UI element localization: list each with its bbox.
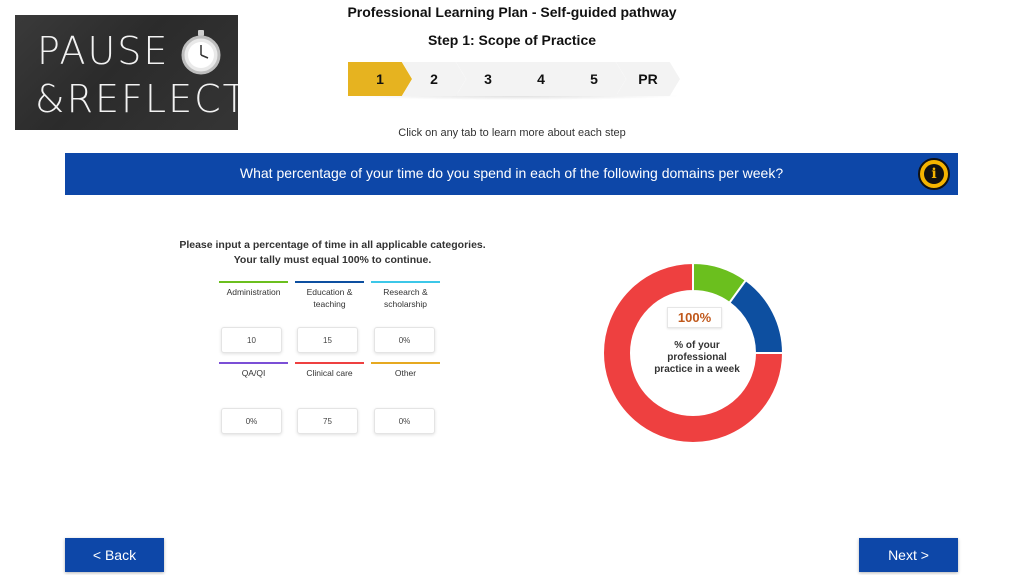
category-label: Research & scholarship	[383, 287, 428, 309]
category-qa-qi: QA/QI	[219, 362, 288, 379]
category-label: QA/QI	[241, 368, 266, 378]
category-label: Other	[394, 368, 417, 378]
instruction-line-2: Your tally must equal 100% to continue.	[233, 254, 432, 266]
instruction-line-1: Please input a percentage of time in all…	[179, 239, 486, 251]
category-label: Clinical care	[306, 368, 353, 378]
info-button[interactable]: i	[918, 158, 950, 190]
category-label: Education & teaching	[306, 287, 353, 309]
info-icon: i	[924, 164, 944, 184]
category-education: Education & teaching	[295, 281, 364, 310]
back-button[interactable]: < Back	[65, 538, 164, 572]
question-banner: What percentage of your time do you spen…	[65, 153, 958, 195]
category-color-bar	[371, 362, 440, 364]
clinical-care-input[interactable]	[297, 408, 358, 434]
page-title: Professional Learning Plan - Self-guided…	[347, 4, 677, 20]
category-clinical-care: Clinical care	[295, 362, 364, 379]
tab-hint: Click on any tab to learn more about eac…	[398, 127, 626, 139]
administration-input[interactable]	[221, 327, 282, 353]
category-color-bar	[295, 362, 364, 364]
category-color-bar	[219, 362, 288, 364]
category-other: Other	[371, 362, 440, 379]
qa-qi-input[interactable]	[221, 408, 282, 434]
logo-line-2: &REFLECT	[35, 77, 238, 121]
category-research: Research & scholarship	[371, 281, 440, 310]
category-color-bar	[295, 281, 364, 283]
education-input[interactable]	[297, 327, 358, 353]
question-text: What percentage of your time do you spen…	[239, 165, 784, 181]
step-title: Step 1: Scope of Practice	[427, 32, 597, 48]
category-label: Administration	[226, 287, 281, 297]
category-color-bar	[371, 281, 440, 283]
category-administration: Administration	[219, 281, 288, 298]
chart-center-label: % of your professional practice in a wee…	[654, 340, 740, 375]
research-input[interactable]	[374, 327, 435, 353]
step-tab-1[interactable]: 1	[348, 62, 412, 96]
step-tabs: 1 2 3 4 5 PR	[348, 62, 684, 96]
next-button[interactable]: Next >	[859, 538, 958, 572]
other-input[interactable]	[374, 408, 435, 434]
total-percent-badge: 100%	[667, 307, 722, 328]
category-color-bar	[219, 281, 288, 283]
